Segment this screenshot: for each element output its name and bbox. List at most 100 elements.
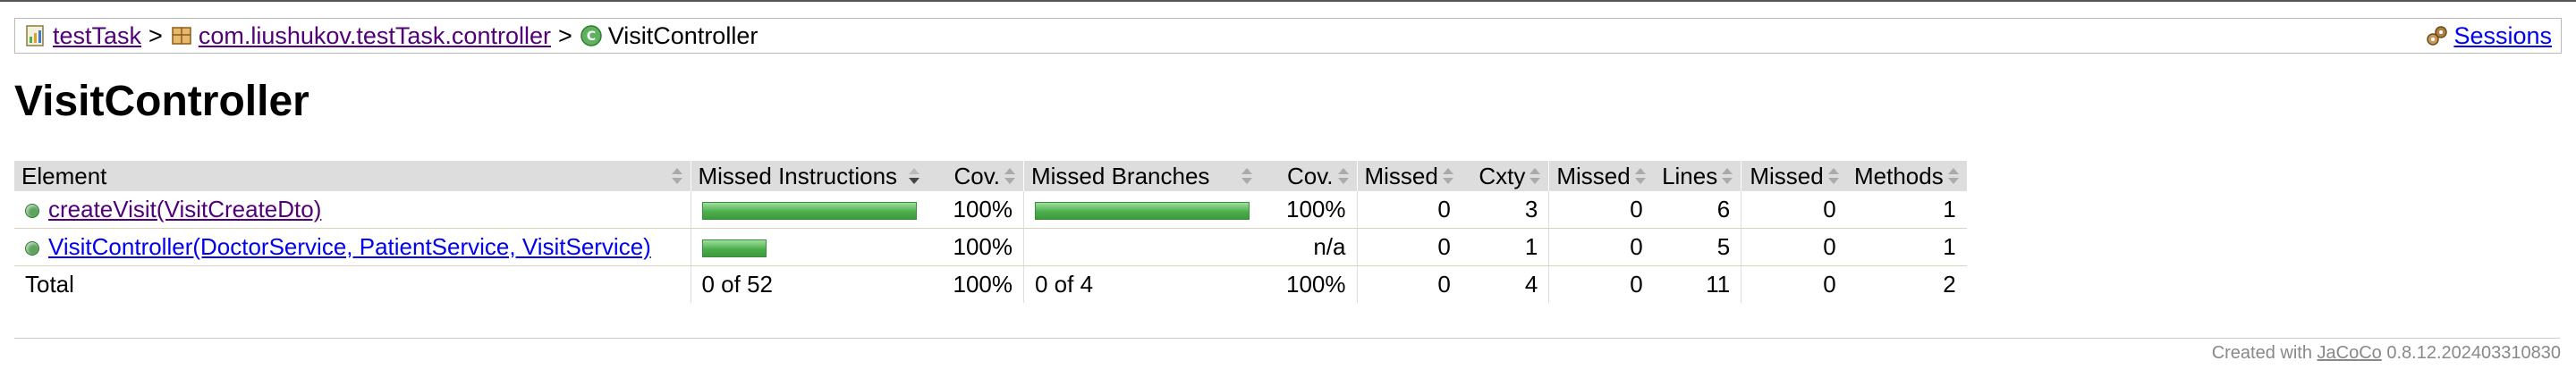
element-cell: createVisit(VisitCreateDto) [14,191,691,229]
total-missed-branches: 0 of 4 [1023,265,1260,303]
sort-icon [1442,166,1454,186]
total-label: Total [14,265,691,303]
missed-cxty-cell: 0 [1357,191,1462,229]
missed-lines-cell: 0 [1548,191,1654,229]
class-icon: C [580,24,603,47]
header-label: Cxty [1479,162,1526,189]
branches-bar-cell [1023,191,1260,229]
header-label: Lines [1662,162,1718,189]
sessions-link-wrap: Sessions [2425,22,2552,50]
total-cxty: 4 [1461,265,1550,303]
jacoco-link[interactable]: JaCoCo [2318,343,2382,363]
sort-icon [1634,166,1647,186]
cxty-cell: 3 [1461,191,1550,229]
total-branch-cov: 100% [1260,265,1358,303]
element-cell: VisitController(DoctorService, PatientSe… [14,228,691,266]
missed-lines-cell: 0 [1548,228,1654,266]
instr-cov-cell: 100% [927,228,1024,266]
total-missed-cxty: 0 [1357,265,1462,303]
method-icon [25,204,39,219]
header-label: Missed Instructions [698,162,898,189]
header-missed-methods[interactable]: Missed [1741,161,1847,191]
sort-icon [1004,166,1016,186]
missed-methods-cell: 0 [1741,191,1847,229]
sessions-link[interactable]: Sessions [2453,22,2552,50]
instructions-coverage-bar [701,202,917,221]
method-icon [25,241,39,256]
sort-icon [1241,166,1253,186]
top-border [0,0,2576,2]
header-label: Cov. [1286,162,1334,189]
sort-down-icon [908,166,920,186]
report-icon [24,24,47,47]
total-missed-instructions: 0 of 52 [691,265,928,303]
header-lines[interactable]: Lines [1653,161,1742,191]
header-missed-branches[interactable]: Missed Branches [1023,161,1260,191]
header-element[interactable]: Element [14,161,691,191]
methods-cell: 1 [1846,191,1967,229]
instructions-bar-cell [691,191,928,229]
breadcrumb-separator: > [148,21,163,49]
lines-cell: 5 [1653,228,1742,266]
total-missed-lines: 0 [1548,265,1654,303]
missed-methods-cell: 0 [1741,228,1847,266]
header-label: Cov. [953,162,1000,189]
header-missed-cxty[interactable]: Missed [1357,161,1462,191]
breadcrumb-package-link[interactable]: com.liushukov.testTask.controller [199,22,551,50]
table-row: createVisit(VisitCreateDto) 100% 100% 0 … [14,191,1967,229]
breadcrumb-current: VisitController [607,21,758,49]
total-instr-cov: 100% [927,265,1024,303]
footer-prefix: Created with [2211,343,2312,363]
total-missed-methods: 0 [1741,265,1847,303]
total-methods: 2 [1846,265,1967,303]
missed-cxty-cell: 0 [1357,228,1462,266]
header-missed-instructions[interactable]: Missed Instructions [691,161,928,191]
sessions-icon [2425,24,2448,47]
total-row: Total 0 of 52 100% 0 of 4 100% 0 4 0 11 … [14,265,1967,303]
header-label: Missed [1556,162,1631,189]
total-lines: 11 [1653,265,1742,303]
sort-icon [1337,166,1350,186]
branch-cov-cell: n/a [1260,228,1358,266]
methods-cell: 1 [1846,228,1967,266]
sort-icon [671,166,683,186]
page-title: VisitController [14,78,309,125]
package-icon [170,24,193,47]
breadcrumb-trail: testTask > com.liushukov.testTask.contro… [15,22,758,50]
header-instr-cov[interactable]: Cov. [927,161,1024,191]
instr-cov-cell: 100% [927,191,1024,229]
instructions-coverage-bar [701,239,767,258]
header-methods[interactable]: Methods [1846,161,1967,191]
branch-cov-cell: 100% [1260,191,1358,229]
svg-text:C: C [587,29,596,44]
footer-version: 0.8.12.202403310830 [2386,343,2561,363]
table-header-row: Element Missed Instructions Cov. Missed … [14,161,1967,191]
sort-icon [1947,166,1960,186]
header-label: Methods [1853,162,1944,189]
footer-divider [14,338,2560,339]
header-cxty[interactable]: Cxty [1461,161,1550,191]
header-label: Missed Branches [1031,162,1210,189]
sort-icon [1827,166,1840,186]
lines-cell: 6 [1653,191,1742,229]
element-link[interactable]: VisitController(DoctorService, PatientSe… [48,233,651,260]
cxty-cell: 1 [1461,228,1550,266]
header-missed-lines[interactable]: Missed [1548,161,1654,191]
footer: Created with JaCoCo 0.8.12.202403310830 [2212,343,2561,364]
branches-bar-cell [1023,228,1260,266]
breadcrumb: testTask > com.liushukov.testTask.contro… [14,18,2562,54]
header-branch-cov[interactable]: Cov. [1260,161,1358,191]
sort-icon [1529,166,1541,186]
header-label: Missed [1750,162,1824,189]
element-link[interactable]: createVisit(VisitCreateDto) [48,196,321,222]
header-label: Element [21,162,107,189]
breadcrumb-separator: > [557,21,572,49]
table-row: VisitController(DoctorService, PatientSe… [14,228,1967,266]
header-label: Missed [1364,162,1438,189]
breadcrumb-project-link[interactable]: testTask [53,22,141,50]
report-page: testTask > com.liushukov.testTask.contro… [0,0,2576,386]
coverage-table: Element Missed Instructions Cov. Missed … [14,161,1967,303]
instructions-bar-cell [691,228,928,266]
branches-coverage-bar [1035,202,1250,221]
sort-icon [1721,166,1733,186]
